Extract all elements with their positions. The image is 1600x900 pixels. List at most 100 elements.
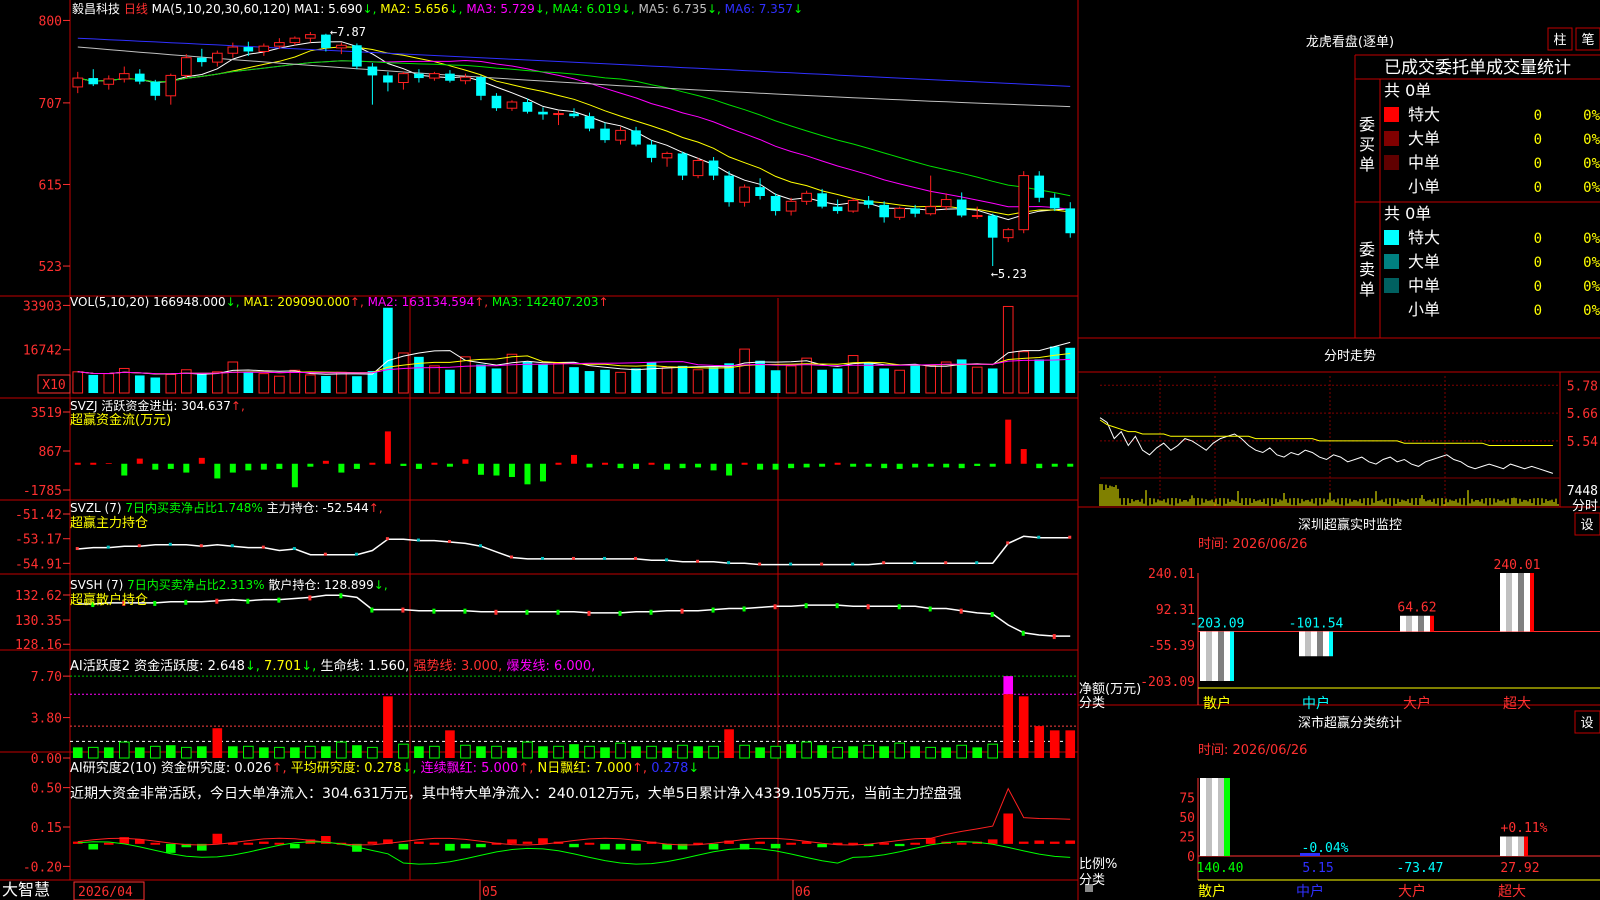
lhb-buy-color-swatch (1384, 155, 1399, 170)
ai-research-header-part-14: ↓ (688, 761, 699, 776)
candle-body (289, 37, 301, 44)
ai-active-bar (739, 744, 750, 759)
main-chart-header-part-16: MA5: (639, 2, 673, 16)
ai-research-bar (708, 843, 719, 850)
sz-classify-axis-label: 比例% (1079, 857, 1117, 872)
ai-active-bar (398, 743, 409, 759)
svzl-mark (540, 556, 544, 560)
candle-body (894, 207, 905, 218)
ai-active-bar (243, 745, 254, 759)
ai-research-header-part-0: AI研究度2(10) (70, 760, 161, 776)
candle-body (181, 57, 192, 76)
sz-monitor-bar-stripe (1500, 573, 1506, 632)
ai-research-header-part-12: ↑, (632, 761, 651, 776)
ai-research-bar (817, 843, 827, 848)
ai-active-header-part-11: 6.000, (554, 659, 595, 674)
volume-bar (987, 368, 998, 393)
candle-body (538, 111, 548, 115)
ai-active-bar (863, 744, 874, 759)
ai-research-bar (290, 843, 300, 849)
volume-bar (832, 368, 843, 393)
volume-bar (352, 376, 362, 393)
vol-panel-header-part-5: ↑, (350, 295, 368, 309)
svzj-bar (167, 463, 174, 469)
svzj-bar (850, 463, 857, 467)
main-chart-header-part-2: 日线 (124, 2, 152, 16)
svzl-mark (323, 552, 327, 556)
svzl-line (77, 535, 1071, 566)
ai-active-bar (87, 746, 99, 759)
sz-classify-y-label: 0 (1187, 850, 1195, 865)
ai-active-bar (212, 728, 223, 758)
ai-active-bar (165, 745, 176, 758)
svsh-mark (1021, 630, 1025, 636)
ai-research-bar (1003, 813, 1014, 844)
lhb-buy-group-label: 委 (1359, 115, 1375, 134)
candle-body (491, 95, 502, 109)
ai-research-header-part-9: ↑, (518, 761, 537, 776)
ai-active-bar (305, 745, 316, 759)
svsh-mark (773, 604, 777, 610)
svzj-bar (633, 463, 640, 469)
volume-bar (1002, 305, 1014, 394)
ai-research-bar (259, 841, 269, 844)
ai-research-header-part-7: 连续飘红: (421, 760, 482, 776)
ai-active-bar (662, 747, 672, 758)
svzj-bar (183, 463, 190, 473)
lhb-buy-row-label: 小单 (1408, 177, 1440, 196)
volume-bar (538, 364, 548, 393)
volume-bar (1049, 346, 1060, 393)
sz-classify-bar-stripe (1206, 778, 1212, 856)
svzj-bar (896, 463, 903, 469)
main-chart-header-part-17: 6.735 (673, 2, 707, 16)
sz-classify-settings-label: 设 (1580, 716, 1593, 731)
svzj-bar (152, 463, 159, 470)
svsh-mark (277, 597, 281, 603)
candle-body (631, 130, 641, 145)
main-chart-header-part-19: MA6: (725, 2, 759, 16)
candle-body (801, 192, 812, 202)
main-chart-header-part-13: MA4: (552, 2, 586, 16)
lhb-sell-row-qty: 0 (1534, 303, 1542, 319)
svsh-mark (711, 607, 715, 613)
svzj-subtitle: 超赢资金流(万元) (70, 412, 171, 428)
candle-body (1034, 175, 1045, 198)
volume-bar (227, 361, 239, 394)
svsh-header-part-3: 散户持仓: (268, 577, 324, 592)
candle-body (646, 144, 657, 158)
sz-classify-bar-label: +0.11% (1501, 821, 1548, 836)
lhb-sell-row-qty: 0 (1534, 231, 1542, 247)
svzj-bar (462, 459, 469, 464)
main-chart-header-part-21: ↓ (793, 2, 803, 16)
ai-active-bar (321, 746, 331, 758)
sz-classify-cat-label: 分类 (1079, 873, 1105, 888)
svzj-bar (881, 463, 888, 469)
main-chart-header-part-11: 5.729 (500, 2, 534, 16)
svzj-bar (446, 463, 453, 467)
ai-research-bar (910, 842, 920, 845)
sz-monitor-bar-stripe (1506, 573, 1512, 632)
svzl-mark (478, 544, 482, 548)
ai-research-bar (600, 843, 610, 850)
ai-active-bar (491, 745, 502, 759)
sz-monitor-bar-stripe (1206, 631, 1212, 681)
ai-research-bar (460, 843, 471, 849)
volume-bar (894, 369, 905, 394)
intraday-price-line (1099, 417, 1554, 474)
svzj-tick (431, 462, 438, 465)
ai-active-bar (197, 746, 207, 758)
ai-active-bar (631, 746, 641, 758)
svzl-mark (882, 561, 886, 565)
svzj-bar (400, 463, 407, 466)
svsh-y-label: 128.16 (15, 638, 62, 653)
ai-research-header-part-4: 平均研究度: (291, 760, 365, 776)
candle-body (1049, 197, 1060, 209)
svzj-bar (927, 463, 934, 467)
intraday-y-label: 5.78 (1567, 379, 1598, 394)
ai-active-bar (460, 744, 471, 759)
ai-active-bar (553, 745, 564, 759)
svsh-line (77, 594, 1071, 637)
lhb-sell-row-pct: 0% (1583, 279, 1600, 295)
candle-body (785, 200, 797, 212)
svsh-mark (804, 603, 808, 609)
